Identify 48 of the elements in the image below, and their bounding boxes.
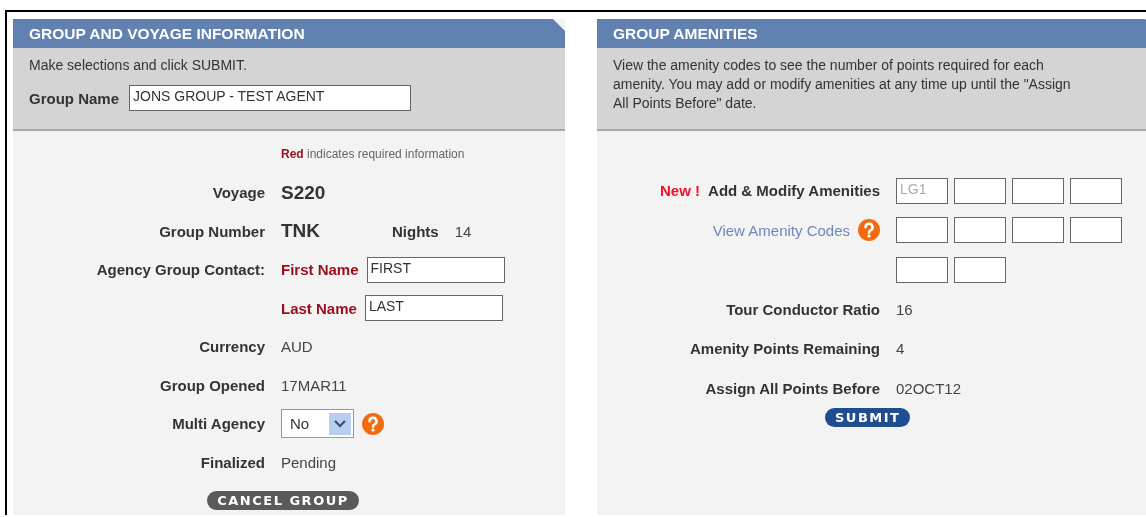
input-field[interactable] (1012, 177, 1064, 204)
field-value: S220 (281, 181, 327, 204)
dropdown[interactable]: No (281, 409, 354, 439)
field-label: Assign All Points Before (705, 379, 880, 397)
input-field[interactable] (954, 217, 1006, 244)
chevron-down-icon (329, 412, 351, 435)
input-field[interactable] (954, 177, 1006, 204)
field-label: Group Number (159, 222, 265, 240)
field-value: 02OCT12 (896, 379, 962, 397)
input-field[interactable]: LAST (364, 295, 503, 322)
field-value: 17MAR11 (281, 376, 347, 394)
panel-header: GROUP AND VOYAGE INFORMATION (13, 19, 565, 48)
field-label: Tour Conductor Ratio (726, 300, 880, 318)
field-label: Voyage (212, 184, 265, 202)
field-value: 4 (896, 340, 905, 358)
input-field[interactable] (1070, 177, 1122, 204)
new-label: New ! (660, 182, 701, 200)
field-label: Add & Modify Amenities (708, 182, 880, 200)
field-label: Multi Agency (172, 415, 265, 433)
field-value: 16 (896, 300, 913, 318)
field-value: TNK (281, 220, 322, 243)
help-icon[interactable] (362, 412, 384, 435)
input-field[interactable] (954, 256, 1006, 283)
intro-text: Make selections and click SUBMIT. (29, 56, 248, 75)
input-field[interactable] (896, 256, 948, 283)
submit-button[interactable]: SUBMIT (825, 408, 911, 427)
field-label: Agency Group Contact: (96, 261, 265, 279)
intro-text: View the amenity codes to see the number of points required for each amenity. You may add or modify amenities at any time up until the "Assign All Points Before" date. (613, 56, 1072, 113)
panel-header: GROUP AMENITIES (597, 19, 1146, 48)
field-label: Nights (392, 222, 439, 240)
field-label: Last Name (281, 299, 357, 317)
field-label: Finalized (200, 453, 265, 471)
input-field[interactable] (896, 217, 948, 244)
field-value: 14 (454, 222, 472, 240)
field-label: Group Opened (160, 376, 265, 394)
field-label: Currency (199, 338, 265, 356)
field-value: AUD (281, 338, 313, 356)
field-label: Group Name (29, 89, 119, 107)
input-field[interactable] (1070, 217, 1122, 244)
input-field[interactable] (1012, 217, 1064, 244)
field-label: First Name (281, 261, 359, 279)
input-field[interactable]: FIRST (366, 256, 505, 283)
required-note: Red indicates required information (281, 147, 466, 162)
help-icon[interactable] (858, 219, 880, 242)
field-value: Pending (281, 453, 337, 471)
field-label: Amenity Points Remaining (689, 340, 880, 358)
group-name-field[interactable]: JONS GROUP - TEST AGENT (129, 85, 411, 111)
cancel-group-button[interactable]: CANCEL GROUP (207, 491, 359, 511)
